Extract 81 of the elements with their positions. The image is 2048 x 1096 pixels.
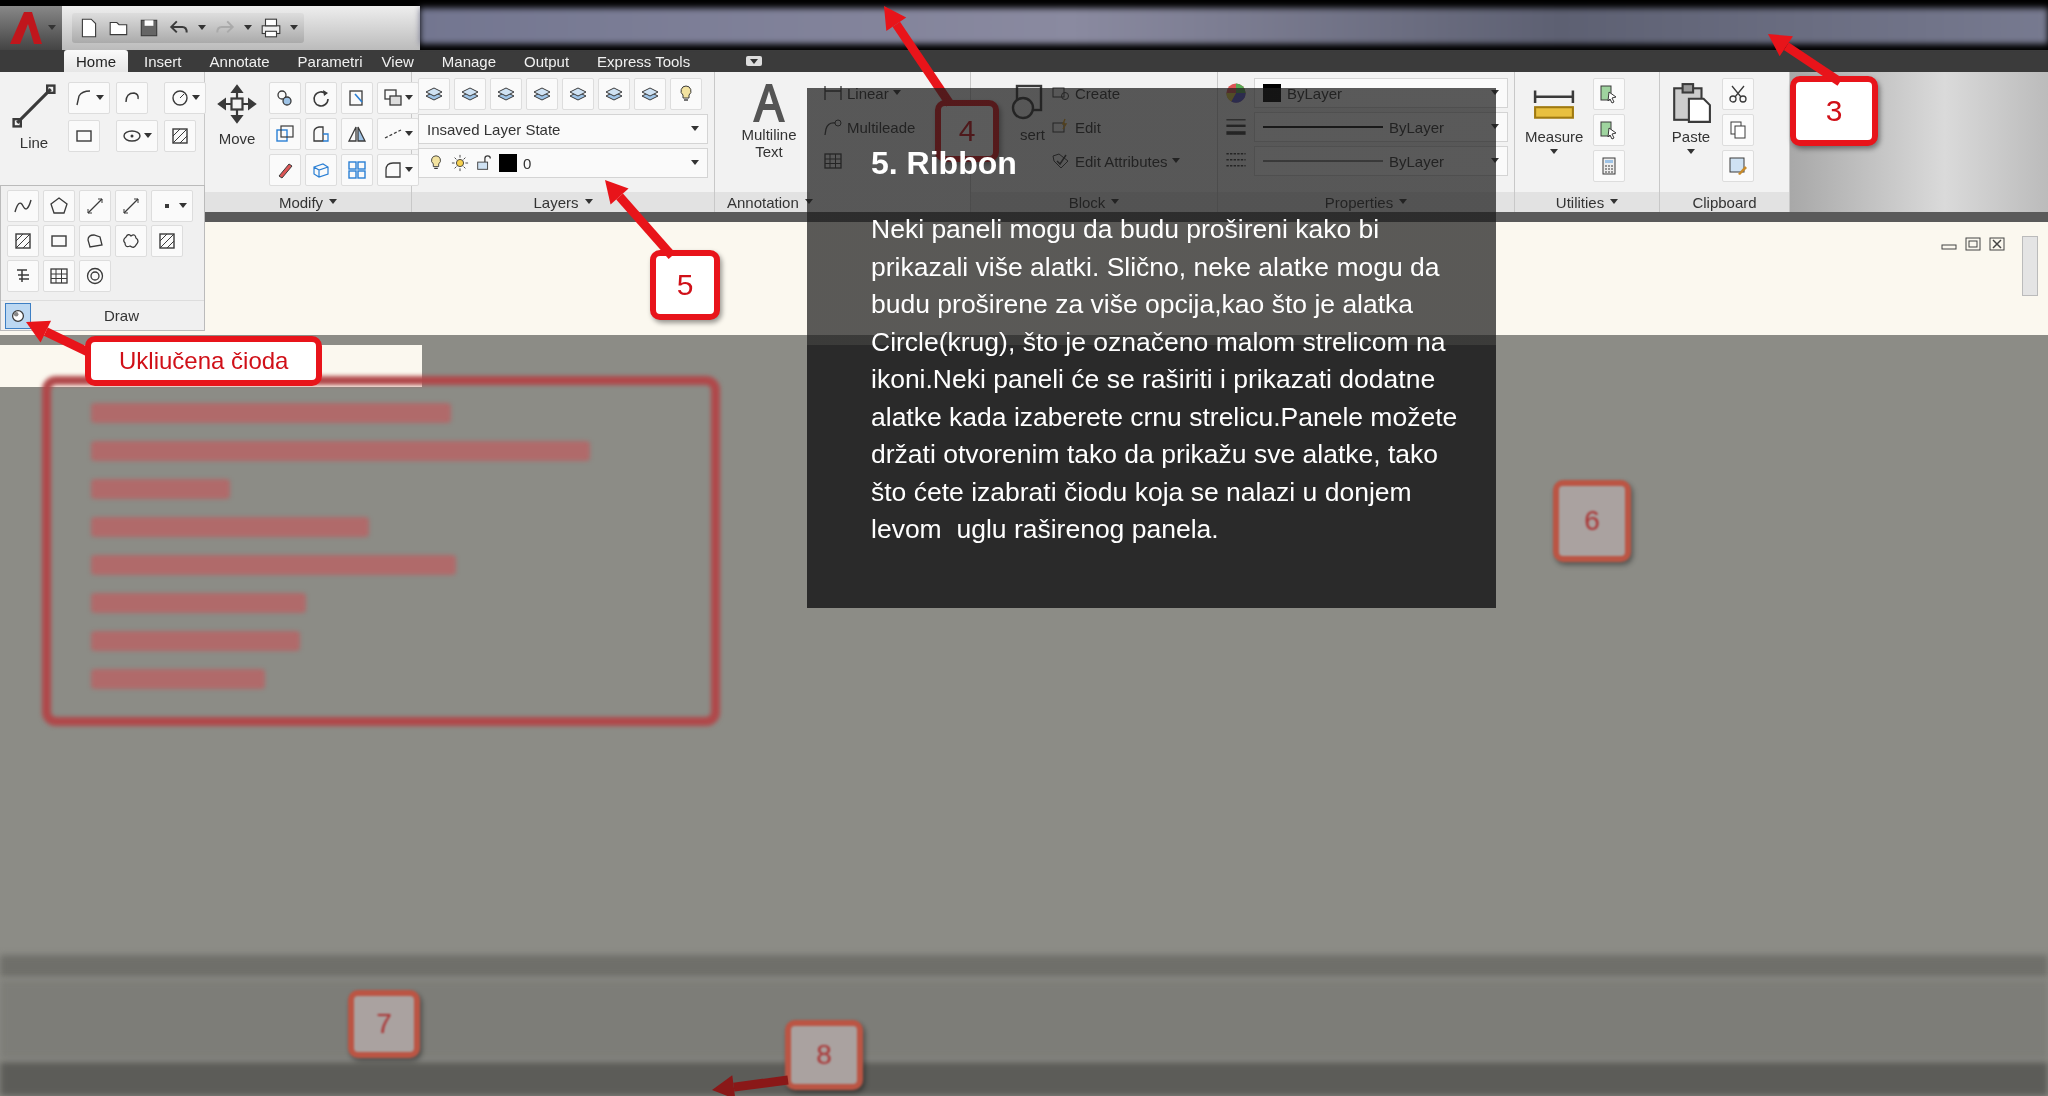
panel-label: Draw xyxy=(103,307,140,324)
sun-icon[interactable] xyxy=(451,154,469,172)
multiline-text-button[interactable]: Multiline Text xyxy=(721,78,817,164)
panel-title[interactable]: Layers xyxy=(412,192,714,212)
ribbon-tab[interactable]: Annotate xyxy=(197,50,282,72)
caret-icon[interactable] xyxy=(329,199,338,205)
ribbon-tab[interactable]: View xyxy=(369,50,426,72)
region-icon[interactable] xyxy=(85,231,105,251)
number-callout: 5 xyxy=(650,250,720,320)
caret-icon[interactable] xyxy=(179,203,187,209)
move-icon[interactable] xyxy=(215,82,259,126)
ribbon-tab[interactable]: Output xyxy=(512,50,582,72)
stretch-icon[interactable] xyxy=(275,124,295,144)
ribbon-tab[interactable]: Insert xyxy=(132,50,194,72)
number-callout: 8 xyxy=(785,1020,863,1090)
diagonal-line-icon[interactable] xyxy=(121,196,141,216)
hatch-icon[interactable] xyxy=(13,231,33,251)
caret-icon[interactable] xyxy=(1550,149,1559,155)
letter-a-icon xyxy=(751,82,787,122)
circle-icon[interactable] xyxy=(170,88,190,108)
ribbon-tab[interactable]: Express Tools xyxy=(585,50,703,72)
move-button[interactable]: Move xyxy=(211,78,263,151)
restore-icon[interactable] xyxy=(1964,236,1982,252)
panel-title[interactable]: Modify xyxy=(205,192,411,212)
info-text: Neki paneli mogu da budu prošireni kako bi prikazali više alatki. Slično, neke alatke mogu da budu proširene za više opcija,kao što je alatka Circle(krug), što je označeno malom strelicom na ikoni.Neki paneli će se raširiti i prikazati dodatne alatke kada izaberete crnu strelicu.Panele možete držati otvorenim tako da prikažu sve alatke, tako što ćete izabrati čiodu koja se nalazi u donjem levom uglu raširenog panela. xyxy=(871,213,1459,547)
cloud-icon[interactable] xyxy=(121,231,141,251)
caret-icon[interactable] xyxy=(1610,199,1619,205)
hatch-icon[interactable] xyxy=(170,126,190,146)
grid-icon[interactable] xyxy=(347,160,367,180)
copy-icon[interactable] xyxy=(275,88,295,108)
measure-button[interactable]: Measure xyxy=(1521,78,1588,159)
caret-icon[interactable] xyxy=(1687,149,1695,155)
caret-icon[interactable] xyxy=(584,199,593,205)
close-icon[interactable] xyxy=(1988,236,2006,252)
table-icon[interactable] xyxy=(49,266,69,286)
ribbon-toggle-icon[interactable] xyxy=(746,56,763,66)
ribbon-tab[interactable]: Manage xyxy=(429,50,509,72)
mirror-icon[interactable] xyxy=(347,124,367,144)
donut-icon[interactable] xyxy=(85,266,105,286)
paste-button[interactable]: Paste xyxy=(1666,78,1716,159)
brush-window-icon[interactable] xyxy=(1728,156,1748,176)
line-icon[interactable] xyxy=(10,82,58,130)
caret-icon[interactable] xyxy=(691,160,699,166)
box-icon[interactable] xyxy=(311,160,331,180)
pin-callout-label: Ukliučena čioda xyxy=(85,336,323,386)
number-callout: 3 xyxy=(1790,76,1878,146)
panel-title[interactable]: Utilities xyxy=(1515,192,1659,212)
layer-dropdown[interactable]: 0 xyxy=(418,148,708,178)
caret-icon[interactable] xyxy=(405,95,413,101)
layer-state-dropdown[interactable]: Insaved Layer State xyxy=(418,114,708,144)
copy-pages-icon[interactable] xyxy=(1728,120,1748,140)
hatch-icon[interactable] xyxy=(157,231,177,251)
ribbon-tab[interactable]: Home xyxy=(64,50,128,72)
rotate-icon[interactable] xyxy=(311,88,331,108)
number-callout: 7 xyxy=(348,990,420,1058)
corner-icon[interactable] xyxy=(383,160,403,180)
fillet-icon[interactable] xyxy=(311,124,331,144)
caret-icon[interactable] xyxy=(192,95,200,101)
caret-icon[interactable] xyxy=(144,133,152,139)
panel-title[interactable]: Annotation xyxy=(715,192,810,212)
caret-icon[interactable] xyxy=(405,131,413,137)
line-button[interactable]: Line xyxy=(6,78,62,155)
clipboard-icon[interactable] xyxy=(1670,82,1712,124)
caret-icon[interactable] xyxy=(290,25,298,31)
scissors-icon[interactable] xyxy=(1728,84,1748,104)
caret-icon[interactable] xyxy=(198,25,206,31)
caret-icon[interactable] xyxy=(96,95,104,101)
padlock-icon[interactable] xyxy=(475,154,493,172)
polygon-icon[interactable] xyxy=(49,196,69,216)
stacked-squares-icon[interactable] xyxy=(383,88,403,108)
printer-icon[interactable] xyxy=(260,17,282,39)
caret-icon[interactable] xyxy=(244,25,252,31)
number-callout: 6 xyxy=(1553,480,1631,562)
caret-icon[interactable] xyxy=(691,126,699,132)
diagonal-line-icon[interactable] xyxy=(85,196,105,216)
info-title: 5. Ribbon xyxy=(871,146,1017,182)
floppy-icon[interactable] xyxy=(138,17,160,39)
ribbon-tab[interactable]: Parametri xyxy=(285,50,366,72)
panel-title[interactable]: Clipboard xyxy=(1660,192,1789,212)
caret-icon[interactable] xyxy=(405,167,413,173)
scrollbar[interactable] xyxy=(2022,236,2038,296)
